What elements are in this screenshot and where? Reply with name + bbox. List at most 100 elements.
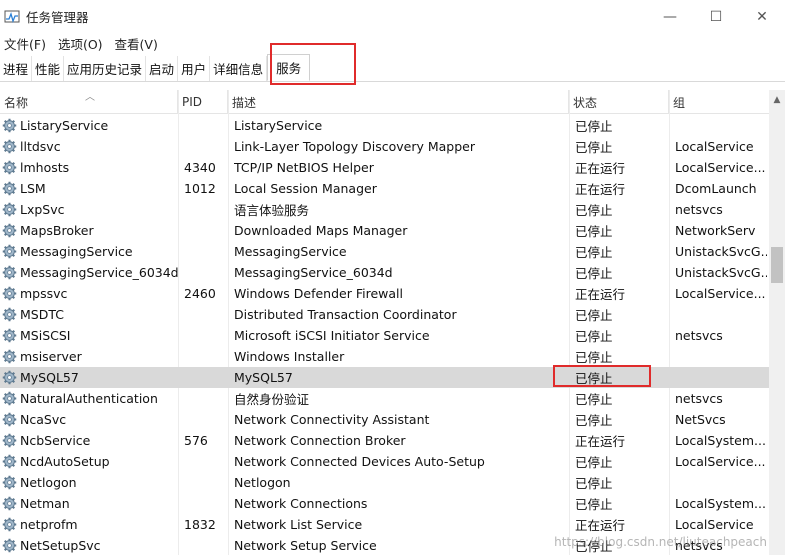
menu-options[interactable]: 选项(O) xyxy=(54,34,109,53)
column-name-label: 名称 xyxy=(4,95,29,110)
tab-startup[interactable]: 启动 xyxy=(146,56,179,81)
service-name: mpssvc xyxy=(20,286,68,301)
task-manager-icon xyxy=(4,10,20,23)
service-name: ListaryService xyxy=(20,118,109,133)
close-button[interactable]: ✕ xyxy=(739,0,785,33)
service-description: MySQL57 xyxy=(234,370,293,385)
service-pid: 1832 xyxy=(184,517,216,532)
table-row[interactable]: LxpSvc 语言体验服务 已停止 netsvcs xyxy=(0,199,769,220)
tab-processes[interactable]: 进程 xyxy=(0,56,33,81)
services-table: 名称 ︿ PID 描述 状态 组 ListaryService ListarySe… xyxy=(0,90,785,555)
column-group[interactable]: 组 xyxy=(669,90,769,114)
service-group: UnistackSvcG... xyxy=(675,265,767,280)
service-name-cell: LSM xyxy=(2,178,178,199)
service-status: 正在运行 xyxy=(575,287,626,302)
service-status: 已停止 xyxy=(575,224,613,239)
table-row[interactable]: netprofm 1832 Network List Service 正在运行 Loca… xyxy=(0,514,769,535)
menu-file[interactable]: 文件(F) xyxy=(0,34,52,53)
service-status: 正在运行 xyxy=(575,161,626,176)
service-name-cell: NcbService xyxy=(2,430,178,451)
service-description: Link-Layer Topology Discovery Mapper xyxy=(234,139,475,154)
service-name-cell: MySQL57 xyxy=(2,367,178,388)
table-row[interactable]: MapsBroker Downloaded Maps Manager 已停止 Netw… xyxy=(0,220,769,241)
table-row[interactable]: msiserver Windows Installer 已停止 xyxy=(0,346,769,367)
scroll-up-arrow-icon[interactable]: ▲ xyxy=(769,92,785,108)
column-description-label: 描述 xyxy=(232,95,257,110)
service-group: LocalSystem... xyxy=(675,433,766,448)
column-header-row: 名称 ︿ PID 描述 状态 组 xyxy=(0,90,769,114)
table-row[interactable]: NcdAutoSetup Network Connected Devices Au… xyxy=(0,451,769,472)
table-row[interactable]: ListaryService ListaryService 已停止 xyxy=(0,115,769,136)
table-row[interactable]: Netlogon Netlogon 已停止 xyxy=(0,472,769,493)
service-description: Network Connection Broker xyxy=(234,433,406,448)
column-description[interactable]: 描述 xyxy=(228,90,569,114)
sort-up-icon: ︿ xyxy=(85,92,95,103)
service-gear-icon xyxy=(2,454,17,469)
service-name: MessagingService_6034d xyxy=(20,265,178,280)
service-group: LocalSystem... xyxy=(675,496,766,511)
tab-app-history[interactable]: 应用历史记录 xyxy=(64,56,147,81)
service-pid xyxy=(184,115,228,136)
service-name-cell: MSDTC xyxy=(2,304,178,325)
service-pid xyxy=(184,304,228,325)
tab-services[interactable]: 服务 xyxy=(267,54,311,81)
tab-users[interactable]: 用户 xyxy=(178,56,211,81)
service-description: Downloaded Maps Manager xyxy=(234,223,408,238)
service-status: 已停止 xyxy=(575,245,613,260)
service-name: NcaSvc xyxy=(20,412,67,427)
table-row[interactable]: MSiSCSI Microsoft iSCSI Initiator Service… xyxy=(0,325,769,346)
table-row[interactable]: MySQL57 MySQL57 已停止 xyxy=(0,367,769,388)
table-row[interactable]: LSM 1012 Local Session Manager 正在运行 DcomLaun… xyxy=(0,178,769,199)
maximize-button[interactable]: ☐ xyxy=(693,0,739,33)
service-group xyxy=(675,304,767,325)
service-pid xyxy=(184,409,228,430)
service-pid xyxy=(184,388,228,409)
table-row[interactable]: NaturalAuthentication 自然身份验证 已停止 netsvcs xyxy=(0,388,769,409)
service-name-cell: MessagingService xyxy=(2,241,178,262)
service-group: netsvcs xyxy=(675,391,723,406)
service-description: 自然身份验证 xyxy=(234,392,310,407)
service-group xyxy=(675,346,767,367)
table-row[interactable]: MSDTC Distributed Transaction Coordinator… xyxy=(0,304,769,325)
column-pid[interactable]: PID xyxy=(178,90,228,114)
service-status: 已停止 xyxy=(575,140,613,155)
service-name-cell: NcaSvc xyxy=(2,409,178,430)
table-row[interactable]: NcbService 576 Network Connection Broker 正在… xyxy=(0,430,769,451)
service-description: 语言体验服务 xyxy=(234,203,310,218)
table-row[interactable]: Netman Network Connections 已停止 LocalSystem.… xyxy=(0,493,769,514)
service-status: 已停止 xyxy=(575,350,613,365)
service-pid xyxy=(184,220,228,241)
service-gear-icon xyxy=(2,391,17,406)
service-status: 已停止 xyxy=(575,119,613,134)
scroll-thumb[interactable] xyxy=(771,247,783,283)
service-name: MapsBroker xyxy=(20,223,94,238)
service-group xyxy=(675,115,767,136)
table-row[interactable]: NcaSvc Network Connectivity Assistant 已停止 N… xyxy=(0,409,769,430)
tab-details[interactable]: 详细信息 xyxy=(210,56,268,81)
service-gear-icon xyxy=(2,412,17,427)
service-gear-icon xyxy=(2,244,17,259)
table-row[interactable]: MessagingService_6034d MessagingService_6… xyxy=(0,262,769,283)
service-status: 已停止 xyxy=(575,266,613,281)
table-row[interactable]: mpssvc 2460 Windows Defender Firewall 正在运行 L… xyxy=(0,283,769,304)
vertical-scrollbar[interactable]: ▲ xyxy=(769,90,785,555)
service-name-cell: NaturalAuthentication xyxy=(2,388,178,409)
tab-performance[interactable]: 性能 xyxy=(32,56,65,81)
table-row[interactable]: lltdsvc Link-Layer Topology Discovery Map… xyxy=(0,136,769,157)
menu-view[interactable]: 查看(V) xyxy=(111,34,164,53)
service-pid xyxy=(184,367,228,388)
service-status: 已停止 xyxy=(575,329,613,344)
service-group: netsvcs xyxy=(675,202,723,217)
service-name: MSDTC xyxy=(20,307,64,322)
table-row[interactable]: lmhosts 4340 TCP/IP NetBIOS Helper 正在运行 Loca… xyxy=(0,157,769,178)
service-description: Windows Defender Firewall xyxy=(234,286,403,301)
table-row[interactable]: MessagingService MessagingService 已停止 Unist… xyxy=(0,241,769,262)
service-name: Netlogon xyxy=(20,475,77,490)
service-group: UnistackSvcG... xyxy=(675,244,767,259)
minimize-button[interactable]: — xyxy=(647,0,693,33)
service-description: Network Connectivity Assistant xyxy=(234,412,430,427)
service-group: LocalService... xyxy=(675,160,766,175)
service-name: lmhosts xyxy=(20,160,70,175)
service-description: MessagingService_6034d xyxy=(234,265,393,280)
column-status[interactable]: 状态 xyxy=(569,90,669,114)
